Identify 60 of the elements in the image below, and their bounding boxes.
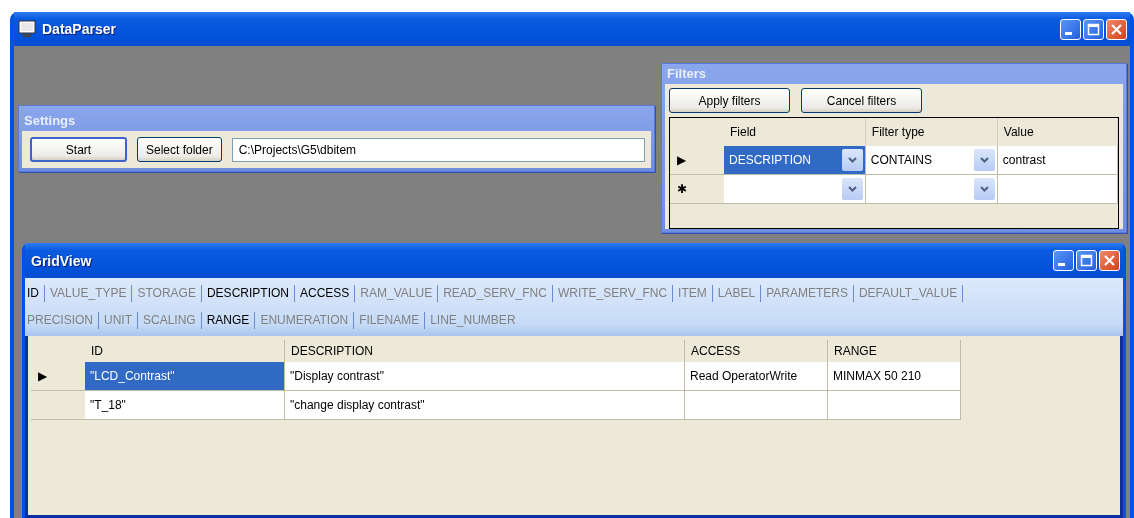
close-icon [1103, 254, 1116, 267]
dropdown-button[interactable] [841, 149, 863, 171]
dropdown-cell[interactable]: CONTAINS [865, 146, 998, 175]
cell-text: MINMAX 50 210 [833, 369, 922, 383]
table-cell[interactable]: "LCD_Contrast" [85, 362, 285, 391]
maximize-button[interactable] [1076, 250, 1097, 271]
table-cell[interactable] [997, 175, 1118, 204]
start-button[interactable]: Start [30, 137, 127, 162]
dropdown-button[interactable] [841, 178, 863, 200]
chevron-down-icon [979, 157, 989, 163]
table-cell[interactable] [828, 391, 961, 420]
panel-title: Filters [666, 65, 707, 83]
table-cell[interactable]: MINMAX 50 210 [828, 362, 961, 391]
maximize-icon [1080, 254, 1093, 267]
cancel-filters-button[interactable]: Cancel filters [801, 88, 922, 113]
cell-text: "T_18" [90, 398, 126, 412]
close-button[interactable] [1106, 18, 1127, 40]
cell-text: CONTAINS [870, 153, 932, 167]
dropdown-cell[interactable] [724, 175, 866, 204]
minimize-icon [1065, 31, 1072, 35]
cell-text: contrast [1002, 153, 1046, 167]
row-marker: ▶ [677, 153, 686, 167]
chevron-down-icon [847, 186, 857, 192]
table-cell[interactable]: "Display contrast" [285, 362, 685, 391]
table-cell[interactable] [685, 391, 828, 420]
maximize-button[interactable] [1083, 18, 1104, 40]
dropdown-button[interactable] [973, 178, 995, 200]
row-marker: ✱ [677, 182, 687, 196]
table-cell[interactable]: contrast [997, 146, 1118, 175]
dropdown-cell[interactable] [865, 175, 998, 204]
cell-text: "Display contrast" [290, 369, 384, 383]
chevron-down-icon [979, 186, 989, 192]
dropdown-button[interactable] [973, 149, 995, 171]
table-cell[interactable]: Read OperatorWrite [685, 362, 828, 391]
cell-text: DESCRIPTION [729, 153, 811, 167]
panel-title: Settings [23, 112, 77, 130]
chevron-down-icon [847, 157, 857, 163]
cell-text: Read OperatorWrite [690, 369, 798, 383]
apply-filters-button[interactable]: Apply filters [669, 88, 790, 113]
table-cell[interactable]: "change display contrast" [285, 391, 685, 420]
folder-path-field[interactable]: C:\Projects\G5\dbitem [231, 137, 645, 162]
column-toggle[interactable]: DESCRIPTION [201, 285, 295, 302]
minimize-button[interactable] [1060, 18, 1081, 40]
close-icon [1110, 22, 1123, 36]
column-toggle[interactable]: RANGE [201, 312, 256, 329]
minimize-button[interactable] [1053, 250, 1074, 271]
window-title: DataParser [42, 21, 117, 37]
row-marker: ▶ [38, 369, 47, 383]
column-toggle[interactable]: ID [27, 285, 45, 302]
monitor-icon [18, 20, 36, 38]
cell-text: "change display contrast" [290, 398, 425, 412]
window-title: GridView [31, 252, 93, 269]
minimize-icon [1058, 263, 1065, 266]
select-folder-button[interactable]: Select folder [137, 137, 222, 162]
cell-text: "LCD_Contrast" [90, 369, 175, 383]
maximize-icon [1087, 22, 1100, 36]
table-cell[interactable]: "T_18" [85, 391, 285, 420]
column-toggle[interactable]: ACCESS [294, 285, 356, 302]
dropdown-cell[interactable]: DESCRIPTION [724, 146, 866, 175]
close-button[interactable] [1099, 250, 1120, 271]
